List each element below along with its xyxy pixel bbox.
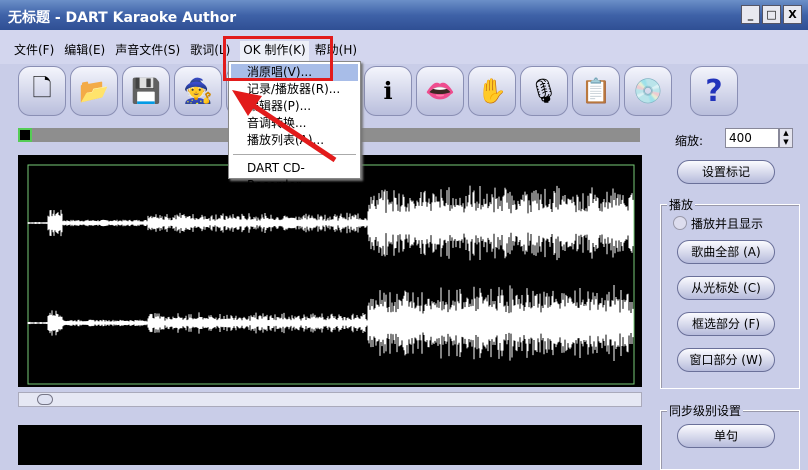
- annotation-arrow-icon: [232, 90, 337, 163]
